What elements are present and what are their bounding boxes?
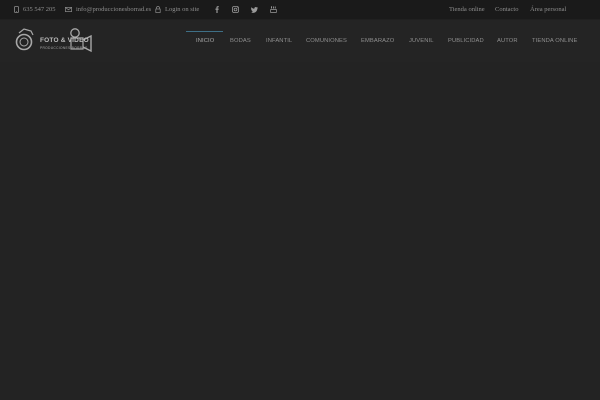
- nav-item-juvenil[interactable]: JUVENIL: [409, 20, 434, 62]
- envelope-icon: [65, 7, 72, 12]
- twitter-link[interactable]: [248, 0, 260, 19]
- nav-item-embarazo[interactable]: EMBARAZO: [361, 20, 394, 62]
- main-nav: INICIO BODAS INFANTIL COMUNIONES EMBARAZ…: [0, 20, 600, 62]
- nav-item-inicio[interactable]: INICIO: [196, 20, 214, 62]
- nav-item-publicidad[interactable]: PUBLICIDAD: [448, 20, 484, 62]
- facebook-link[interactable]: [211, 0, 223, 19]
- instagram-icon: [231, 6, 239, 13]
- topbar-link-personal-area[interactable]: Área personal: [530, 0, 566, 19]
- email-address: info@produccionesborrad.es: [76, 6, 152, 13]
- phone-icon: [14, 6, 19, 13]
- youtube-icon: [269, 6, 277, 13]
- login-label: Login on site: [165, 6, 200, 13]
- nav-item-infantil[interactable]: INFANTIL: [266, 20, 292, 62]
- youtube-link[interactable]: [267, 0, 279, 19]
- nav-item-comuniones[interactable]: COMUNIONES: [306, 20, 347, 62]
- instagram-link[interactable]: [229, 0, 241, 19]
- facebook-icon: [215, 6, 219, 13]
- nav-item-bodas[interactable]: BODAS: [230, 20, 251, 62]
- top-bar: 635 547 205 info@produccionesborrad.es L…: [0, 0, 600, 20]
- lock-icon: [155, 6, 161, 13]
- site-header: FOTO & VIDEO PRODUCCIONES BORRAS INICIO …: [0, 20, 600, 62]
- phone-number: 635 547 205: [23, 6, 56, 13]
- twitter-icon: [250, 6, 258, 13]
- login-link[interactable]: Login on site: [155, 0, 199, 19]
- main-content: [0, 62, 600, 400]
- nav-item-autor[interactable]: AUTOR: [497, 20, 518, 62]
- topbar-link-contact[interactable]: Contacto: [495, 0, 518, 19]
- topbar-link-shop[interactable]: Tienda online: [449, 0, 485, 19]
- nav-item-tienda-online[interactable]: TIENDA ONLINE: [532, 20, 577, 62]
- email-contact[interactable]: info@produccionesborrad.es: [65, 0, 151, 19]
- phone-contact[interactable]: 635 547 205: [14, 0, 56, 19]
